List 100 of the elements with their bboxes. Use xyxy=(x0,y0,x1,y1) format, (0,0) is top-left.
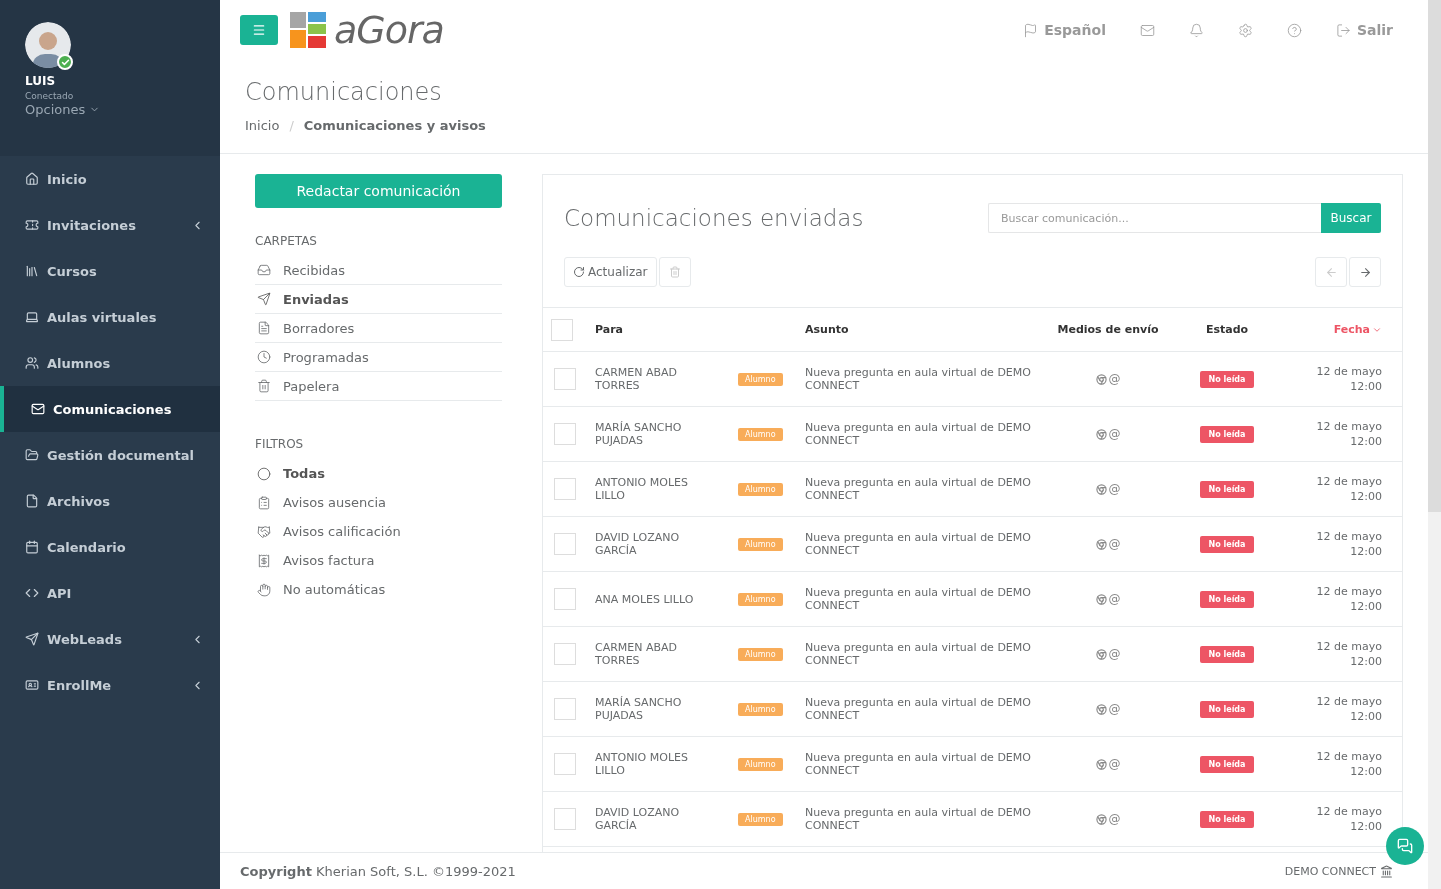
nav-item[interactable]: WebLeads xyxy=(0,616,220,662)
handshake-icon xyxy=(257,524,271,539)
date-cell-text: 12 de mayo 12:00 xyxy=(1315,529,1382,559)
status-badge: No leída xyxy=(1200,425,1254,443)
date-cell-text: 12 de mayo 12:00 xyxy=(1315,474,1382,504)
row-checkbox[interactable] xyxy=(554,808,576,830)
user-name: LUIS xyxy=(25,74,57,88)
copyright-text: Copyright Kherian Soft, S.L. ©1999-2021 xyxy=(240,863,516,879)
logout-icon xyxy=(1335,22,1351,38)
nav-item[interactable]: API xyxy=(0,570,220,616)
trash-icon xyxy=(668,266,681,278)
folder-icon xyxy=(25,448,39,462)
email-channel: @ xyxy=(1108,427,1121,441)
browser-icon xyxy=(1095,373,1107,385)
breadcrumb-item[interactable]: Inicio xyxy=(245,118,280,133)
browser-icon xyxy=(1095,483,1107,495)
nav-item[interactable]: Aulas virtuales xyxy=(0,294,220,340)
refresh-button[interactable]: Actualizar xyxy=(564,257,657,287)
role-tag: Alumno xyxy=(738,372,783,386)
recipient-name: CARMEN ABAD TORRES xyxy=(595,641,679,667)
card-title: Comunicaciones enviadas xyxy=(564,205,864,231)
previous-button[interactable] xyxy=(1315,257,1347,287)
bell-icon[interactable] xyxy=(1188,22,1204,38)
role-tag: Alumno xyxy=(738,537,783,551)
date-cell-text: 12 de mayo 12:00 xyxy=(1315,694,1382,724)
nav-item[interactable]: Cursos xyxy=(0,248,220,294)
circle-icon xyxy=(257,466,271,481)
delete-button[interactable] xyxy=(658,257,691,287)
browser-icon xyxy=(1095,703,1107,715)
role-tag: Alumno xyxy=(738,592,783,606)
nav-item[interactable]: Inicio xyxy=(0,156,220,202)
nav-item[interactable]: Alumnos xyxy=(0,340,220,386)
nav-item[interactable]: Gestión documental xyxy=(0,432,220,478)
row-checkbox[interactable] xyxy=(554,643,576,665)
row-checkbox[interactable] xyxy=(554,588,576,610)
nav-item[interactable]: Calendario xyxy=(0,524,220,570)
recipient-name: MARÍA SANCHO PUJADAS xyxy=(595,421,683,447)
id-card-icon xyxy=(25,678,39,692)
role-tag: Alumno xyxy=(738,702,783,716)
status-badge: No leída xyxy=(1200,810,1254,828)
menu-button[interactable] xyxy=(240,15,278,45)
column-header[interactable]: Medios de envío xyxy=(1049,323,1167,336)
next-button[interactable] xyxy=(1349,257,1381,287)
help-icon[interactable] xyxy=(1286,22,1302,38)
column-header[interactable]: Estado xyxy=(1167,323,1287,336)
send-icon xyxy=(25,632,39,646)
scrollbar[interactable] xyxy=(1428,0,1441,889)
recipient-name: DAVID LOZANO GARCÍA xyxy=(595,531,681,557)
mail-icon[interactable] xyxy=(1139,22,1155,38)
status-badge: No leída xyxy=(1200,755,1254,773)
browser-icon xyxy=(1095,593,1107,605)
nav-item[interactable]: Comunicaciones xyxy=(0,386,220,432)
folder-item[interactable]: Papelera xyxy=(255,372,502,401)
column-header[interactable]: Asunto xyxy=(805,323,1049,336)
folder-item[interactable]: Programadas xyxy=(255,343,502,372)
row-checkbox[interactable] xyxy=(554,368,576,390)
send-icon xyxy=(257,292,271,306)
subject-cell-text: Nueva pregunta en aula virtual de DEMO CONNECT xyxy=(805,751,1032,777)
recipient-name: DAVID LOZANO GARCÍA xyxy=(595,806,681,832)
folder-item[interactable]: Enviadas xyxy=(255,285,502,314)
row-checkbox[interactable] xyxy=(554,478,576,500)
subject-cell-text: Nueva pregunta en aula virtual de DEMO CONNECT xyxy=(805,421,1032,447)
row-checkbox[interactable] xyxy=(554,533,576,555)
options-dropdown[interactable]: Opciones xyxy=(25,102,101,117)
calendar-icon xyxy=(25,540,39,554)
nav-item[interactable]: Archivos xyxy=(0,478,220,524)
books-icon xyxy=(25,264,39,278)
status-badge: No leída xyxy=(1200,535,1254,553)
nav-item[interactable]: EnrollMe xyxy=(0,662,220,708)
hand-icon xyxy=(257,582,271,597)
date-cell-text: 12 de mayo 12:00 xyxy=(1315,419,1382,449)
filter-item[interactable]: Avisos ausencia xyxy=(255,488,502,517)
subject-cell-text: Nueva pregunta en aula virtual de DEMO CONNECT xyxy=(805,531,1032,557)
row-checkbox[interactable] xyxy=(554,423,576,445)
filter-item[interactable]: Todas xyxy=(255,459,502,488)
column-header[interactable]: Para xyxy=(595,323,738,336)
mail-icon xyxy=(31,402,45,416)
filter-item[interactable]: No automáticas xyxy=(255,575,502,604)
page-title: Comunicaciones xyxy=(245,78,443,106)
row-checkbox[interactable] xyxy=(554,753,576,775)
date-cell-text: 12 de mayo 12:00 xyxy=(1315,804,1382,834)
role-tag: Alumno xyxy=(738,812,783,826)
menu-icon xyxy=(252,23,266,37)
search-field[interactable]: Buscar comunicación... xyxy=(988,203,1321,233)
ticket-icon xyxy=(25,218,39,232)
select-all-checkbox[interactable] xyxy=(551,318,573,341)
email-channel: @ xyxy=(1108,702,1121,716)
role-tag: Alumno xyxy=(738,427,783,441)
folder-item[interactable]: Recibidas xyxy=(255,256,502,285)
inbox-icon xyxy=(257,263,271,277)
filter-item[interactable]: Avisos factura xyxy=(255,546,502,575)
row-checkbox[interactable] xyxy=(554,698,576,720)
email-channel: @ xyxy=(1108,757,1121,771)
filter-item[interactable]: Avisos calificación xyxy=(255,517,502,546)
recipient-name: MARÍA SANCHO PUJADAS xyxy=(595,696,683,722)
subject-cell-text: Nueva pregunta en aula virtual de DEMO CONNECT xyxy=(805,476,1032,502)
folder-item[interactable]: Borradores xyxy=(255,314,502,343)
nav-item[interactable]: Invitaciones xyxy=(0,202,220,248)
settings-icon[interactable] xyxy=(1237,22,1253,38)
email-channel: @ xyxy=(1108,592,1121,606)
